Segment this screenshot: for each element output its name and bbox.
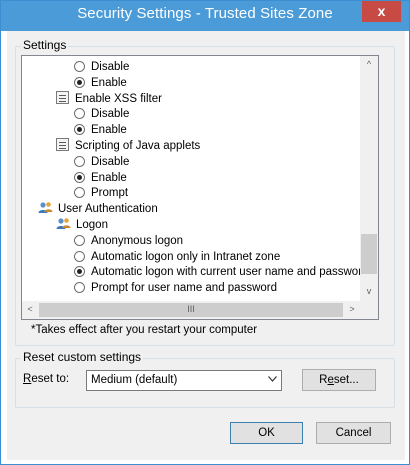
cancel-button[interactable]: Cancel (316, 422, 391, 444)
scroll-down-arrow[interactable]: v (360, 286, 378, 296)
tree-row-label: Enable XSS filter (75, 92, 162, 105)
close-button[interactable]: x (362, 1, 401, 22)
radio-button[interactable] (74, 250, 85, 262)
radio-option[interactable]: Prompt for user name and password (74, 280, 277, 296)
tree-row-label: Prompt (91, 187, 129, 200)
ok-button[interactable]: OK (230, 422, 303, 444)
radio-button-selected[interactable] (74, 76, 85, 88)
tree-row-label: Prompt for user name and password (91, 282, 278, 295)
radio-button-selected[interactable] (74, 124, 85, 136)
setting-category: Scripting of Java applets (56, 138, 200, 154)
radio-option[interactable]: Enable (74, 122, 127, 138)
scroll-up-arrow[interactable]: ^ (360, 59, 378, 69)
radio-button[interactable] (74, 282, 85, 294)
tree-row-label: Automatic logon only in Intranet zone (91, 250, 281, 263)
settings-tree[interactable]: Disable Enable Enable XSS filter Disable Ena… (21, 55, 379, 320)
reset-button-post: set... (333, 374, 359, 386)
radio-button[interactable] (74, 187, 85, 199)
radio-option[interactable]: Anonymous logon (74, 233, 183, 249)
settings-category-icon (56, 90, 69, 104)
settings-category-icon (56, 138, 69, 151)
setting-group-header: User Authentication (38, 201, 158, 217)
radio-option[interactable]: Enable (74, 75, 127, 91)
tree-row-label: Disable (91, 61, 130, 73)
scrollbar-corner (360, 301, 378, 319)
tree-row-label: Automatic logon with current user name a… (91, 266, 360, 279)
radio-button[interactable] (74, 108, 85, 120)
settings-group-label: Settings (21, 38, 69, 52)
radio-option[interactable]: Enable (74, 170, 127, 186)
tree-row-label: Logon (76, 219, 108, 231)
radio-button[interactable] (74, 155, 85, 167)
tree-row-label: Anonymous logon (91, 234, 184, 247)
restart-note: *Takes effect after you restart your com… (31, 324, 258, 336)
window-title: Security Settings - Trusted Sites Zone (77, 5, 333, 22)
reset-level-select[interactable]: Medium (default) (86, 370, 282, 391)
radio-option[interactable]: Prompt (74, 185, 128, 201)
radio-button-selected[interactable] (74, 266, 85, 278)
reset-to-label-text: eset to: (31, 373, 70, 385)
setting-category: Enable XSS filter (56, 90, 162, 107)
reset-button[interactable]: Reset... (302, 369, 376, 391)
tree-row-label: Scripting of Java applets (75, 140, 201, 152)
scroll-right-arrow[interactable]: > (344, 304, 360, 314)
setting-group-header: Logon (56, 217, 108, 233)
radio-option[interactable]: Disable (74, 59, 129, 75)
tree-row-label: User Authentication (58, 203, 158, 216)
radio-option[interactable]: Automatic logon with current user name a… (74, 264, 360, 280)
horizontal-scrollbar[interactable]: < III > (22, 301, 360, 319)
vertical-scrollbar[interactable]: ^ v (360, 56, 378, 301)
security-settings-dialog: Security Settings - Trusted Sites Zone x… (0, 0, 410, 465)
scroll-left-arrow[interactable]: < (22, 304, 38, 314)
tree-row-label: Disable (91, 155, 130, 168)
users-icon (56, 217, 71, 230)
reset-group-label: Reset custom settings (21, 350, 144, 364)
tree-row-label: Enable (91, 171, 127, 184)
reset-level-value: Medium (default) (91, 374, 178, 386)
users-icon (38, 201, 53, 214)
vertical-scroll-thumb[interactable] (361, 234, 377, 274)
reset-to-label: Reset to: (23, 373, 69, 385)
radio-option[interactable]: Automatic logon only in Intranet zone (74, 249, 280, 265)
tree-row-label: Enable (91, 76, 127, 89)
horizontal-scroll-thumb[interactable]: III (39, 303, 343, 317)
radio-button[interactable] (74, 61, 85, 72)
tree-row-label: Disable (91, 108, 130, 121)
radio-button[interactable] (74, 234, 85, 246)
chevron-down-icon[interactable] (268, 371, 277, 390)
settings-tree-viewport: Disable Enable Enable XSS filter Disable Ena… (22, 56, 360, 301)
radio-option[interactable]: Disable (74, 154, 129, 170)
radio-option[interactable]: Disable (74, 106, 129, 122)
title-bar[interactable]: Security Settings - Trusted Sites Zone x (1, 1, 409, 31)
radio-button-selected[interactable] (74, 171, 85, 183)
tree-row-label: Enable (91, 124, 127, 137)
